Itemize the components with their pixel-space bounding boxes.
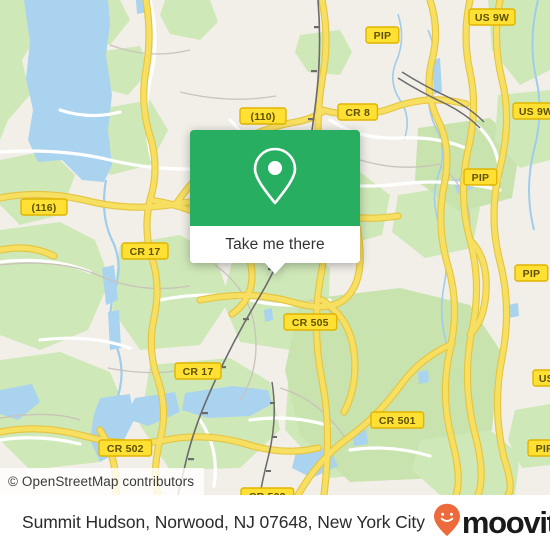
road-shield: PIP — [527, 439, 550, 457]
take-me-there-popup[interactable]: Take me there — [190, 130, 360, 274]
road-shield: (110) — [239, 107, 287, 125]
footer-bar: Summit Hudson, Norwood, NJ 07648, New Yo… — [0, 495, 550, 550]
popup-body: Take me there — [190, 130, 360, 263]
moovit-map-screenshot: US 9W PIP CR 8 (110) US 9W (116) PIP CR 17 PIP CR… — [0, 0, 550, 550]
road-shield: US 9W — [468, 8, 516, 26]
road-shield-label: PIP — [472, 172, 490, 184]
road-shield: (116) — [20, 198, 68, 216]
road-shield-label: CR 17 — [130, 246, 161, 258]
road-shield-label: (116) — [32, 202, 57, 214]
road-shield-label: PIP — [536, 443, 550, 455]
road-shield-label: PIP — [374, 30, 392, 42]
moovit-pin-smiley-icon — [433, 503, 461, 542]
map-pin-icon — [251, 146, 299, 211]
road-shield-label: US 9W — [519, 106, 550, 118]
road-shield: CR 501 — [370, 411, 425, 429]
road-shield-label: CR 8 — [345, 107, 370, 119]
road-shield-label: US 9W — [475, 12, 509, 24]
road-shield: CR 502 — [98, 439, 153, 457]
road-shield-label: (110) — [251, 111, 276, 123]
road-shield: US 9W — [512, 102, 550, 120]
location-title: Summit Hudson, Norwood, NJ 07648, New Yo… — [22, 512, 425, 532]
road-shield-label: CR 501 — [379, 415, 416, 427]
road-shield-label: CR 502 — [107, 443, 144, 455]
take-me-there-label: Take me there — [225, 235, 325, 253]
road-shield-label: CR 505 — [292, 317, 329, 329]
road-shield: CR 505 — [283, 313, 338, 331]
popup-action-area[interactable]: Take me there — [190, 226, 360, 263]
popup-tail — [264, 262, 286, 274]
road-shield-label: CR 17 — [183, 366, 214, 378]
road-shield-label: PIP — [523, 268, 541, 280]
road-shield-label: US 9W — [539, 373, 550, 385]
attribution-text: © OpenStreetMap contributors — [8, 474, 195, 489]
road-shield: PIP — [514, 264, 549, 282]
map-attribution[interactable]: © OpenStreetMap contributors — [0, 468, 205, 495]
road-shield: US 9W — [532, 369, 550, 387]
road-shield: CR 8 — [337, 103, 379, 121]
moovit-logo[interactable]: moovit — [433, 503, 550, 542]
road-shield: CR 502 — [240, 487, 295, 495]
road-shield: CR 17 — [121, 242, 169, 260]
popup-pin-area — [190, 130, 360, 226]
road-shield: PIP — [463, 168, 498, 186]
road-shield: CR 17 — [174, 362, 222, 380]
moovit-wordmark: moovit — [461, 505, 550, 540]
road-shield: PIP — [365, 26, 400, 44]
